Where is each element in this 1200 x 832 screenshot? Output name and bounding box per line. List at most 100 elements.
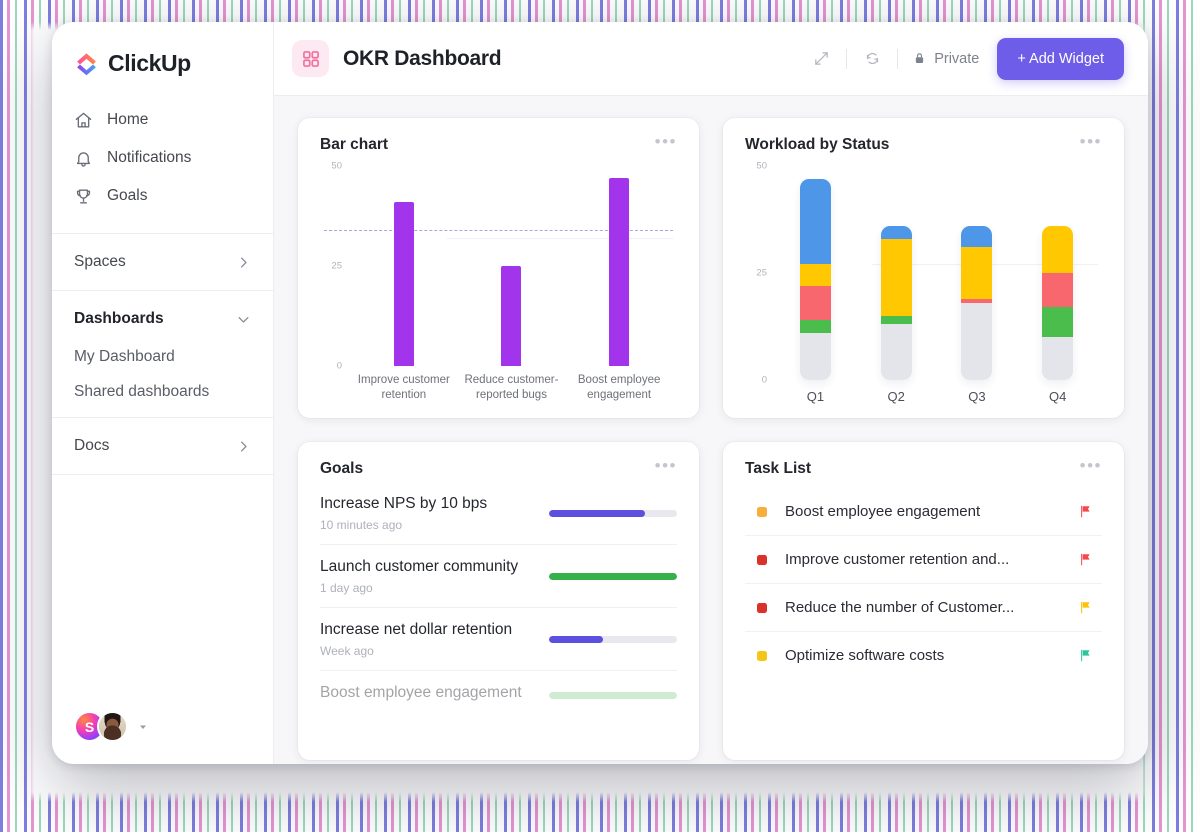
task-status-dot[interactable] bbox=[757, 650, 767, 661]
avatar-group[interactable]: S bbox=[74, 711, 128, 742]
widget-task-list: Task List ••• Boost employee engagement I… bbox=[723, 442, 1124, 760]
goal-row[interactable]: Increase net dollar retention Week ago bbox=[320, 608, 677, 671]
sidebar-section-spaces[interactable]: Spaces bbox=[52, 242, 273, 282]
stacked-bar-segment[interactable] bbox=[799, 264, 831, 286]
sidebar-item-my-dashboard[interactable]: My Dashboard bbox=[52, 339, 273, 374]
trophy-icon bbox=[74, 187, 93, 206]
privacy-label: Private bbox=[934, 50, 980, 67]
stacked-bar-segment[interactable] bbox=[880, 238, 912, 316]
stacked-bar-column[interactable] bbox=[937, 166, 1018, 380]
dashboard-grid-icon bbox=[292, 40, 329, 77]
stacked-bar[interactable] bbox=[799, 178, 831, 380]
task-row[interactable]: Improve customer retention and... bbox=[745, 536, 1102, 584]
task-name: Optimize software costs bbox=[785, 647, 945, 664]
more-options-icon[interactable]: ••• bbox=[1080, 133, 1102, 150]
y-tick-label: 0 bbox=[761, 374, 767, 386]
more-options-icon[interactable]: ••• bbox=[1080, 457, 1102, 474]
stacked-bar-segment[interactable] bbox=[880, 315, 912, 325]
stacked-bar[interactable] bbox=[961, 225, 993, 380]
task-name: Reduce the number of Customer... bbox=[785, 599, 1015, 616]
sidebar-item-label: Notifications bbox=[107, 149, 192, 166]
stacked-bar[interactable] bbox=[1042, 225, 1074, 380]
main-area: OKR Dashboard Private + Add Widget Bar c… bbox=[274, 22, 1148, 764]
expand-arrows-icon[interactable] bbox=[810, 48, 832, 70]
bar[interactable] bbox=[393, 202, 414, 366]
x-axis-label: Q2 bbox=[887, 389, 905, 404]
stacked-bar-column[interactable] bbox=[1017, 166, 1098, 380]
priority-flag-icon[interactable] bbox=[1078, 552, 1094, 567]
priority-flag-icon[interactable] bbox=[1078, 504, 1094, 519]
bar-column[interactable] bbox=[566, 166, 673, 366]
task-status-dot[interactable] bbox=[757, 602, 767, 613]
goal-timestamp: Week ago bbox=[320, 644, 374, 658]
task-row[interactable]: Boost employee engagement bbox=[745, 488, 1102, 536]
y-axis: 0 25 50 bbox=[320, 161, 346, 372]
stacked-bar-column[interactable] bbox=[856, 166, 937, 380]
stacked-bar-segment[interactable] bbox=[799, 320, 831, 333]
add-widget-button[interactable]: + Add Widget bbox=[997, 37, 1124, 80]
task-row[interactable]: Optimize software costs bbox=[745, 632, 1102, 679]
stacked-bar-segment[interactable] bbox=[961, 225, 993, 248]
stacked-bar-segment[interactable] bbox=[961, 302, 993, 380]
task-list: Boost employee engagement Improve custome… bbox=[745, 488, 1102, 746]
stacked-bar-segment[interactable] bbox=[799, 178, 831, 265]
goal-progress-fill bbox=[549, 573, 677, 580]
priority-flag-icon[interactable] bbox=[1078, 600, 1094, 615]
goal-row[interactable]: Increase NPS by 10 bps 10 minutes ago bbox=[320, 482, 677, 545]
goal-progress-fill bbox=[549, 510, 645, 517]
sidebar-item-notifications[interactable]: Notifications bbox=[52, 139, 273, 177]
bar[interactable] bbox=[501, 265, 522, 366]
sidebar-item-home[interactable]: Home bbox=[52, 101, 273, 139]
bar[interactable] bbox=[609, 178, 630, 366]
stacked-bar-series bbox=[775, 166, 1098, 380]
stacked-bar-segment[interactable] bbox=[880, 324, 912, 380]
widget-header: Workload by Status ••• bbox=[745, 133, 1102, 154]
task-status-dot[interactable] bbox=[757, 506, 767, 517]
brand[interactable]: ClickUp bbox=[52, 22, 273, 99]
sidebar-item-label: Goals bbox=[107, 187, 148, 204]
privacy-toggle[interactable]: Private bbox=[912, 51, 983, 67]
more-options-icon[interactable]: ••• bbox=[655, 133, 677, 150]
stacked-bar-segment[interactable] bbox=[799, 332, 831, 380]
task-status-dot[interactable] bbox=[757, 554, 767, 565]
goal-text: Boost employee engagement bbox=[320, 684, 522, 707]
goal-progress-fill bbox=[549, 692, 677, 699]
stacked-bar-segment[interactable] bbox=[880, 225, 912, 239]
goal-timestamp: 1 day ago bbox=[320, 581, 373, 595]
goal-text: Increase net dollar retention Week ago bbox=[320, 621, 512, 658]
bar-chart-plot: 0 25 50 bbox=[320, 161, 677, 372]
sidebar-section-dashboards[interactable]: Dashboards bbox=[52, 299, 273, 339]
sidebar-item-shared-dashboards[interactable]: Shared dashboards bbox=[52, 374, 273, 409]
stacked-bar-segment[interactable] bbox=[799, 285, 831, 321]
avatar-photo[interactable] bbox=[97, 711, 128, 742]
goal-text: Launch customer community 1 day ago bbox=[320, 558, 518, 595]
goal-progress-bar bbox=[549, 692, 677, 699]
widget-goals: Goals ••• Increase NPS by 10 bps 10 minut… bbox=[298, 442, 699, 760]
sidebar-subitem-label: Shared dashboards bbox=[74, 382, 210, 400]
x-axis-label: Q3 bbox=[968, 389, 986, 404]
stacked-bar-segment[interactable] bbox=[1042, 273, 1074, 308]
refresh-icon[interactable] bbox=[861, 48, 883, 70]
stacked-bar-segment[interactable] bbox=[1042, 307, 1074, 338]
task-row[interactable]: Reduce the number of Customer... bbox=[745, 584, 1102, 632]
goal-row[interactable]: Launch customer community 1 day ago bbox=[320, 545, 677, 608]
stacked-bar-column[interactable] bbox=[775, 166, 856, 380]
stacked-bar-segment[interactable] bbox=[1042, 225, 1074, 274]
priority-flag-icon[interactable] bbox=[1078, 648, 1094, 663]
x-axis-labels: Improve customer retention Reduce custome… bbox=[320, 373, 677, 404]
stacked-bar-segment[interactable] bbox=[961, 247, 993, 299]
goal-row[interactable]: Boost employee engagement bbox=[320, 671, 677, 719]
sidebar-section-docs[interactable]: Docs bbox=[52, 426, 273, 466]
y-tick-label: 50 bbox=[331, 160, 342, 172]
caret-down-icon[interactable] bbox=[137, 721, 149, 733]
bar-column[interactable] bbox=[351, 166, 458, 366]
workload-plot: 0 25 50 bbox=[745, 161, 1102, 386]
stacked-bar[interactable] bbox=[880, 225, 912, 380]
bar-series bbox=[350, 166, 673, 366]
stacked-bar-segment[interactable] bbox=[1042, 337, 1074, 380]
bar-column[interactable] bbox=[458, 166, 565, 366]
x-axis-labels: Q1 Q2 Q3 Q4 bbox=[745, 389, 1102, 404]
more-options-icon[interactable]: ••• bbox=[655, 457, 677, 474]
sidebar-item-goals[interactable]: Goals bbox=[52, 177, 273, 215]
goal-name: Boost employee engagement bbox=[320, 684, 522, 701]
